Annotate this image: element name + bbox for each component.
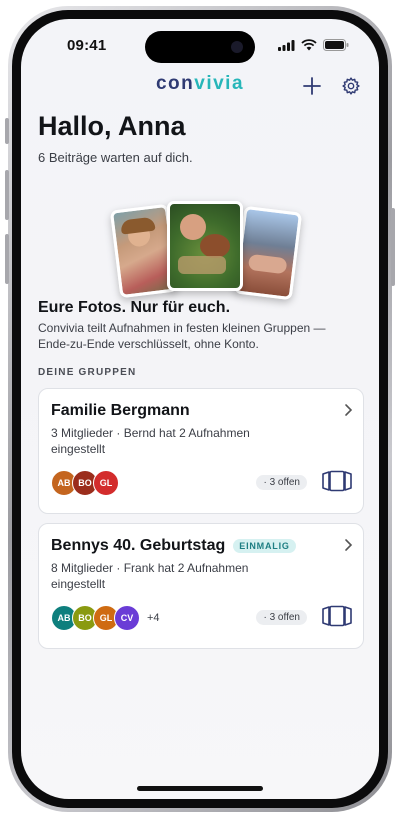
tagline: Eure Fotos. Nur für euch. (38, 299, 231, 316)
section-title-groups: DEINE GRUPPEN (38, 367, 137, 378)
power-button (391, 208, 395, 286)
dynamic-island (145, 31, 255, 63)
photo-stack-illustration (109, 197, 303, 301)
add-button[interactable] (299, 73, 325, 99)
photo-picnic (167, 201, 243, 291)
volume-down-button (5, 234, 9, 284)
group-meta: 3 Mitglieder · Bernd hat 2 Aufnahmen ein… (51, 426, 250, 456)
mute-switch (5, 118, 9, 144)
signal-icon (278, 39, 295, 51)
chevron-right-icon (345, 404, 353, 416)
photo-stack-icon[interactable] (321, 605, 353, 627)
photo-stack-icon[interactable] (321, 470, 353, 492)
plus-icon (303, 77, 321, 95)
app-description: Convivia teilt Aufnahmen in festen klein… (38, 321, 326, 351)
group-card-familie-bergmann[interactable]: Familie Bergmann 3 Mitglieder · Bernd ha… (38, 388, 364, 514)
photo-landscape (233, 205, 303, 301)
app-logo: convivia (155, 73, 245, 94)
group-title: Familie Bergmann (51, 402, 190, 419)
home-indicator[interactable] (137, 786, 263, 791)
avatar: CV (114, 605, 140, 631)
member-avatars: AB BO GL CV +4 (51, 605, 160, 631)
chevron-right-icon (345, 539, 353, 551)
open-count-badge: · 3 offen (256, 610, 307, 625)
group-meta: 8 Mitglieder · Frank hat 2 Aufnahmen ein… (51, 561, 249, 591)
settings-button[interactable] (338, 73, 364, 99)
battery-icon (323, 39, 349, 51)
screen: 09:41 convivia Hallo, Anna 6 Beiträge wa… (21, 19, 379, 799)
group-card-bennys-geburtstag[interactable]: Bennys 40. Geburtstag EINMALIG 8 Mitglie… (38, 523, 364, 649)
wifi-icon (301, 39, 317, 51)
member-avatars: AB BO GL (51, 470, 119, 496)
pending-subtitle: 6 Beiträge warten auf dich. (38, 150, 193, 165)
greeting: Hallo, Anna (38, 111, 186, 141)
one-time-badge: EINMALIG (233, 539, 296, 553)
gear-icon (342, 77, 360, 95)
status-icons (278, 39, 349, 51)
status-time: 09:41 (67, 37, 107, 54)
volume-up-button (5, 170, 9, 220)
more-members-count: +4 (147, 612, 160, 624)
group-title: Bennys 40. Geburtstag EINMALIG (51, 537, 296, 555)
avatar: GL (93, 470, 119, 496)
open-count-badge: · 3 offen (256, 475, 307, 490)
